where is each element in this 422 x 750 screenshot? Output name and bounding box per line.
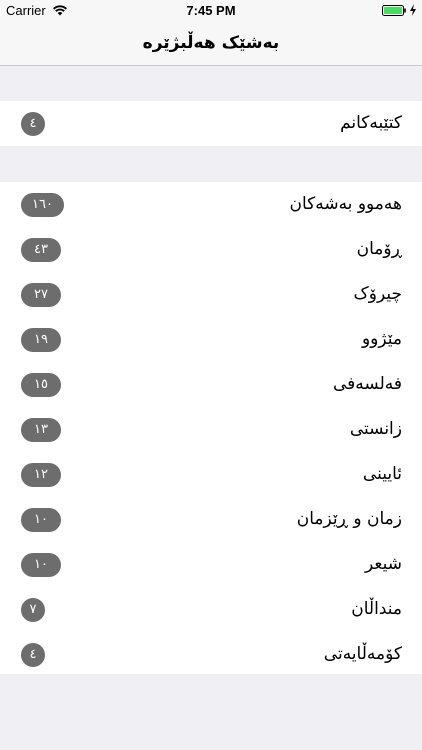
list-item-label: هەموو بەشەکان xyxy=(289,194,402,214)
count-badge: ٧ xyxy=(21,598,45,622)
count-badge: ٤٣ xyxy=(21,238,61,262)
list-item-science[interactable]: ١٣ زانستی xyxy=(0,407,422,452)
list-item-label: چیرۆک xyxy=(353,284,402,304)
count-badge: ١٣ xyxy=(21,418,61,442)
count-badge: ١٠ xyxy=(21,553,61,577)
count-badge: ٢٧ xyxy=(21,283,61,307)
count-badge: ١٥ xyxy=(21,373,61,397)
list-item-label: کۆمەڵایەتی xyxy=(323,644,402,664)
page-title: بەشێک هەڵبژێرە xyxy=(142,33,280,53)
list-item-social[interactable]: ٤ کۆمەڵایەتی xyxy=(0,632,422,677)
list-item-language-grammar[interactable]: ١٠ زمان و ڕێزمان xyxy=(0,497,422,542)
count-badge: ٤ xyxy=(21,112,45,136)
list-item-label: کتێبەکانم xyxy=(340,113,402,133)
list-item-history[interactable]: ١٩ مێژوو xyxy=(0,317,422,362)
list-item-novel[interactable]: ٤٣ ڕۆمان xyxy=(0,227,422,272)
list-item-label: فەلسەفی xyxy=(333,374,402,394)
list-item-label: منداڵان xyxy=(351,599,402,619)
charging-bolt-icon xyxy=(410,4,416,16)
list-item-label: زمان و ڕێزمان xyxy=(296,509,402,529)
list-item-label: ئایینی xyxy=(362,464,402,484)
list-item-religious[interactable]: ١٢ ئایینی xyxy=(0,452,422,497)
list-item-story[interactable]: ٢٧ چیرۆک xyxy=(0,272,422,317)
list-item-label: زانستی xyxy=(349,419,402,439)
list-item-label: شیعر xyxy=(365,554,402,574)
my-books-section: ٤ کتێبەکانم xyxy=(0,101,422,146)
count-badge: ١٠ xyxy=(21,508,61,532)
list-item-label: ڕۆمان xyxy=(356,239,402,259)
categories-list: ١٦٠ هەموو بەشەکان ٤٣ ڕۆمان ٢٧ چیرۆک ١٩ م… xyxy=(0,182,422,674)
list-item-all-categories[interactable]: ١٦٠ هەموو بەشەکان xyxy=(0,182,422,227)
list-item-children[interactable]: ٧ منداڵان xyxy=(0,587,422,632)
status-bar: Carrier 7:45 PM xyxy=(0,0,422,20)
status-time: 7:45 PM xyxy=(186,3,236,18)
count-badge: ١٦٠ xyxy=(21,193,64,217)
count-badge: ١٢ xyxy=(21,463,61,487)
list-item-my-books[interactable]: ٤ کتێبەکانم xyxy=(0,101,422,146)
count-badge: ٤ xyxy=(21,643,45,667)
navigation-bar: بەشێک هەڵبژێرە xyxy=(0,20,422,66)
list-item-label: مێژوو xyxy=(361,329,402,349)
list-item-poetry[interactable]: ١٠ شیعر xyxy=(0,542,422,587)
list-item-philosophy[interactable]: ١٥ فەلسەفی xyxy=(0,362,422,407)
battery-icon xyxy=(382,5,406,16)
count-badge: ١٩ xyxy=(21,328,61,352)
